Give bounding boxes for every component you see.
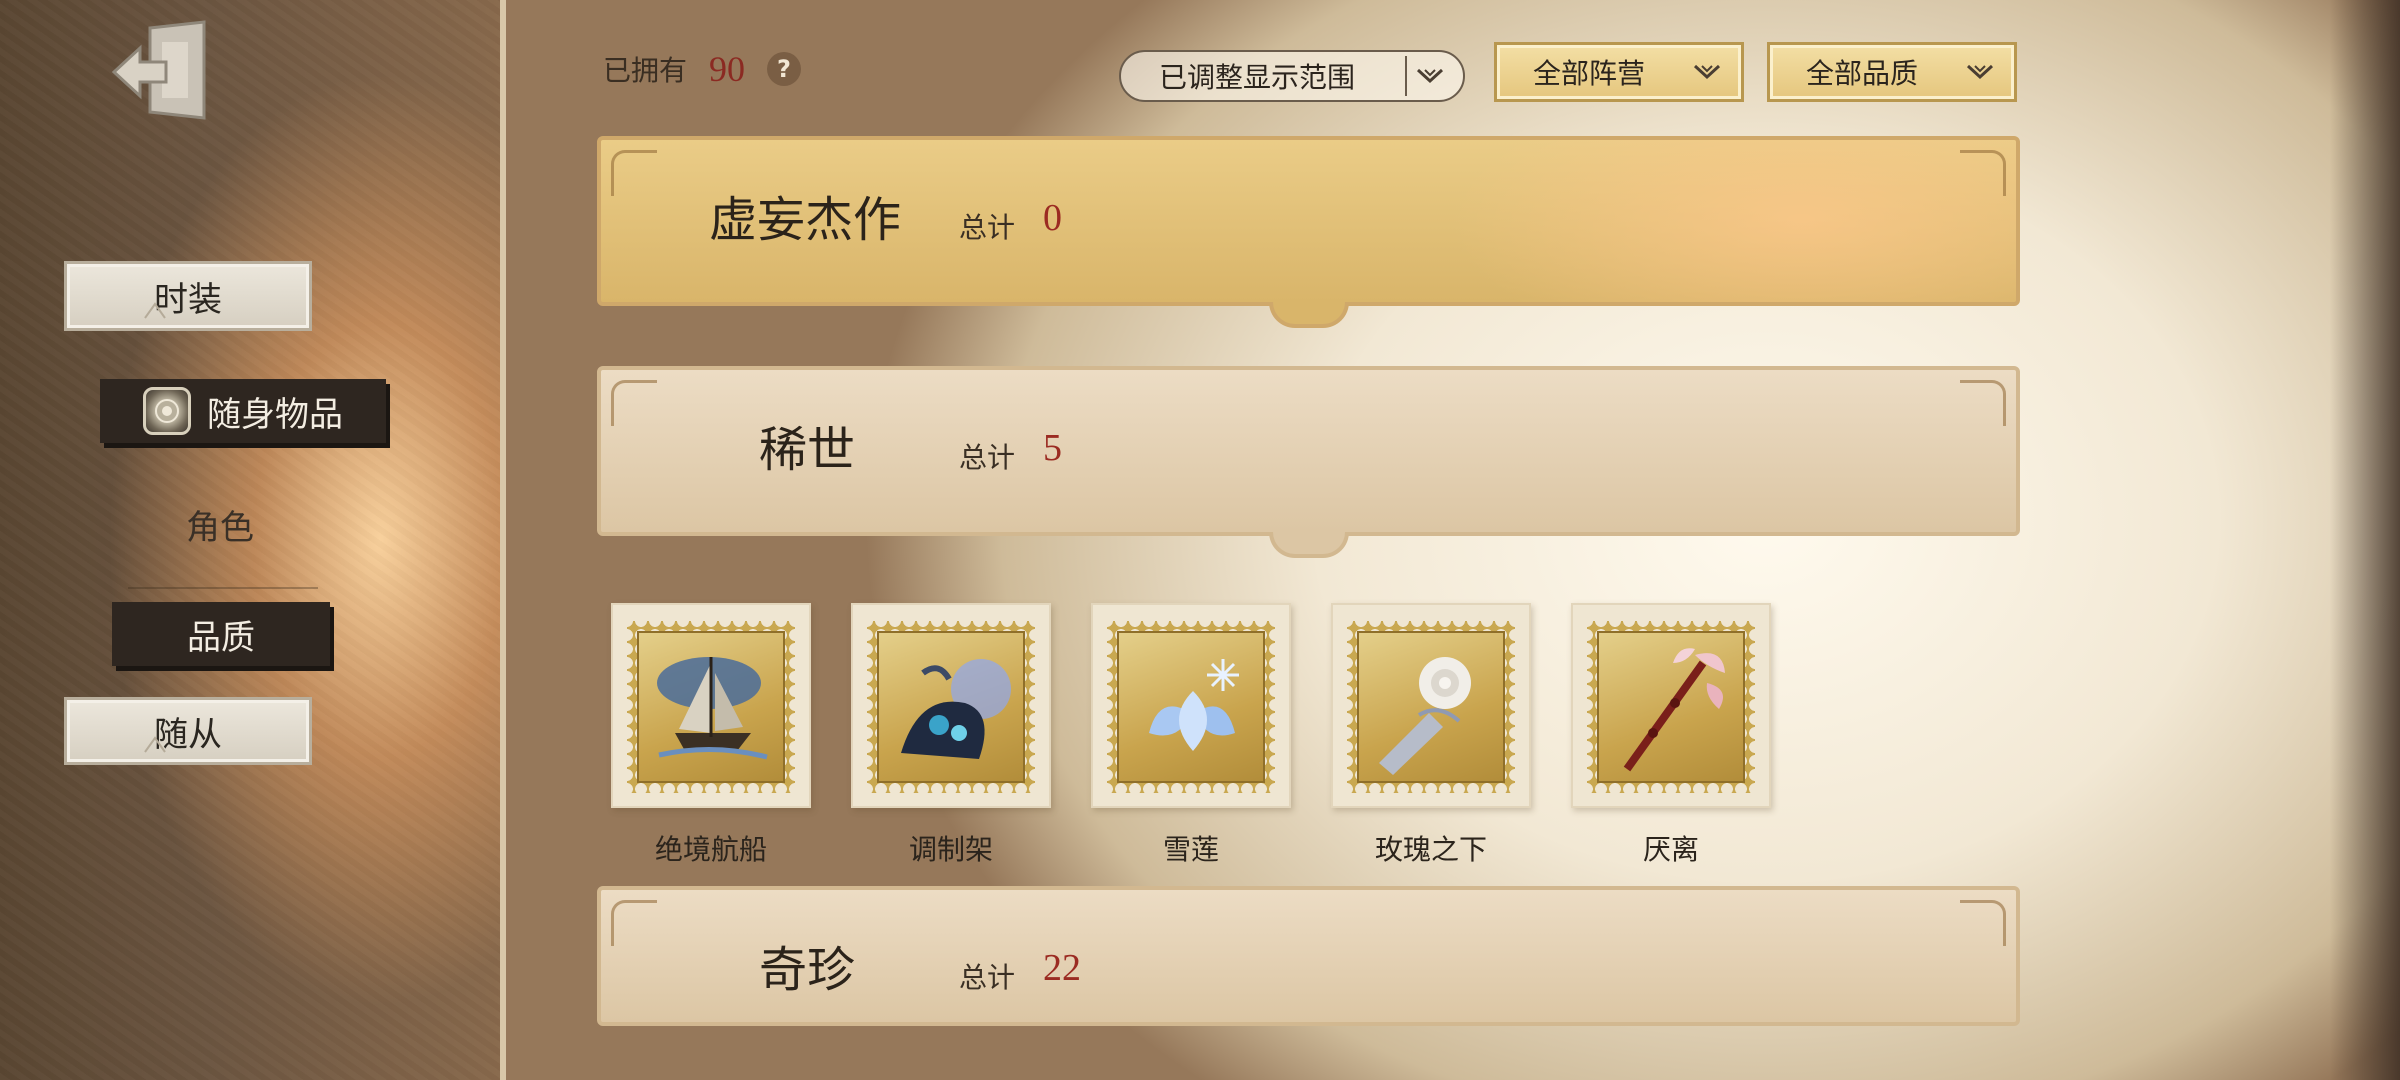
range-filter-dropdown[interactable]: 已调整显示范围 — [1119, 50, 1465, 102]
accessory-emblem-icon — [143, 387, 191, 435]
item-card[interactable]: 玫瑰之下 — [1331, 603, 1531, 868]
snow-lotus-icon — [1117, 631, 1265, 783]
item-stamp — [1571, 603, 1771, 808]
chevron-down-icon — [1405, 56, 1453, 96]
item-card[interactable]: 雪莲 — [1091, 603, 1291, 868]
section-title: 虚妄杰作 — [709, 192, 902, 248]
chevron-down-icon — [1960, 57, 2000, 87]
corner-ornament — [611, 380, 657, 426]
ship-icon — [637, 631, 785, 783]
section-banner-treasure[interactable]: 奇珍 总计 22 — [597, 886, 2020, 1026]
sidebar-item-quality[interactable]: 品质 — [112, 602, 330, 666]
sidebar-item-outfit[interactable]: 时装 — [64, 261, 312, 331]
sidebar-item-follower[interactable]: 随从 — [64, 697, 312, 765]
item-name: 玫瑰之下 — [1374, 833, 1487, 866]
section-total-label: 总计 — [959, 961, 1016, 994]
stamp-mark-icon — [144, 736, 166, 753]
thorn-staff-icon — [1597, 631, 1745, 783]
owned-label: 已拥有 — [603, 54, 688, 87]
corner-ornament — [1960, 900, 2006, 946]
rose-icon — [1357, 631, 1505, 783]
section-total-count: 0 — [1043, 197, 1062, 239]
item-name: 雪莲 — [1162, 833, 1219, 866]
quality-filter-value: 全部品质 — [1806, 57, 1919, 90]
camp-filter-value: 全部阵营 — [1533, 57, 1646, 90]
item-name: 调制架 — [908, 833, 993, 866]
section-total-label: 总计 — [959, 211, 1016, 244]
item-name: 厌离 — [1642, 833, 1699, 866]
potion-rack-icon — [877, 631, 1025, 783]
sidebar-item-label: 角色 — [186, 507, 254, 548]
sidebar-item-character[interactable]: 角色 — [140, 496, 300, 552]
owned-count: 90 — [709, 49, 746, 89]
section-title: 奇珍 — [759, 942, 856, 998]
range-filter-value: 已调整显示范围 — [1159, 61, 1356, 94]
chevron-down-icon — [1687, 57, 1727, 87]
section-banner-rare[interactable]: 稀世 总计 5 — [597, 366, 2020, 558]
corner-ornament — [1960, 380, 2006, 426]
corner-ornament — [611, 900, 657, 946]
sidebar-item-label: 随身物品 — [207, 394, 343, 435]
section-title: 稀世 — [759, 422, 856, 478]
sidebar-item-accessories[interactable]: 随身物品 — [100, 379, 386, 443]
item-stamp — [851, 603, 1051, 808]
help-icon[interactable]: ? — [767, 52, 802, 86]
item-stamp — [611, 603, 811, 808]
camp-filter-dropdown[interactable]: 全部阵营 — [1494, 42, 1744, 102]
sidebar-item-label: 品质 — [187, 617, 255, 658]
item-card[interactable]: 绝境航船 — [611, 603, 811, 868]
item-stamp — [1091, 603, 1291, 808]
corner-ornament — [1960, 150, 2006, 196]
owned-count-group: 已拥有 90 ? — [603, 48, 802, 90]
section-banner-masterpiece[interactable]: 虚妄杰作 总计 0 — [597, 136, 2020, 328]
board-shadow-edge — [2330, 0, 2400, 1080]
item-card[interactable]: 厌离 — [1571, 603, 1771, 868]
stamp-mark-icon — [144, 302, 166, 319]
section-total-count: 5 — [1043, 427, 1062, 469]
quality-filter-dropdown[interactable]: 全部品质 — [1767, 42, 2017, 102]
section-total-label: 总计 — [959, 441, 1016, 474]
item-name: 绝境航船 — [654, 833, 767, 866]
sidebar-divider — [128, 587, 318, 589]
corner-ornament — [611, 150, 657, 196]
section-total-count: 22 — [1043, 947, 1081, 989]
exit-icon[interactable] — [108, 18, 212, 122]
item-stamp — [1331, 603, 1531, 808]
item-card[interactable]: 调制架 — [851, 603, 1051, 868]
